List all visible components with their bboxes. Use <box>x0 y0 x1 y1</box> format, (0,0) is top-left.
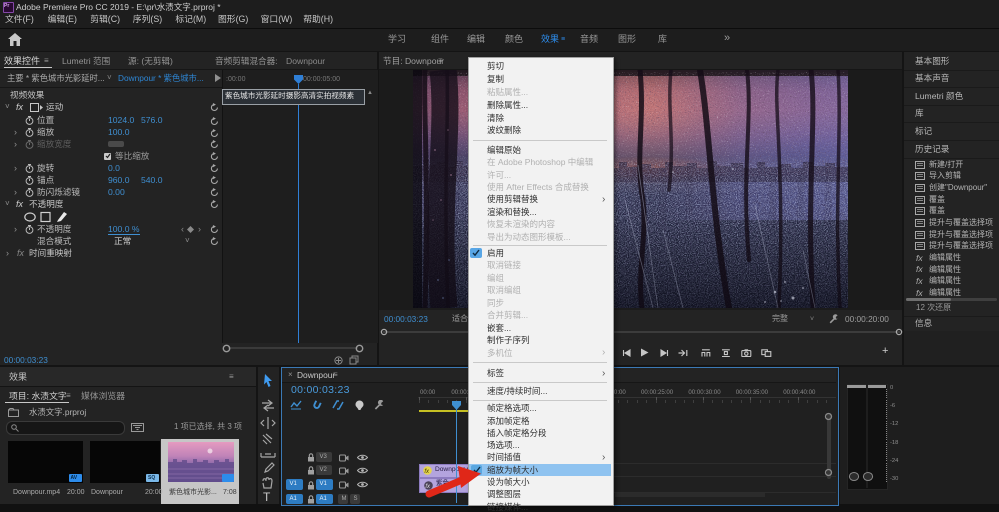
svg-text:T: T <box>263 490 271 504</box>
